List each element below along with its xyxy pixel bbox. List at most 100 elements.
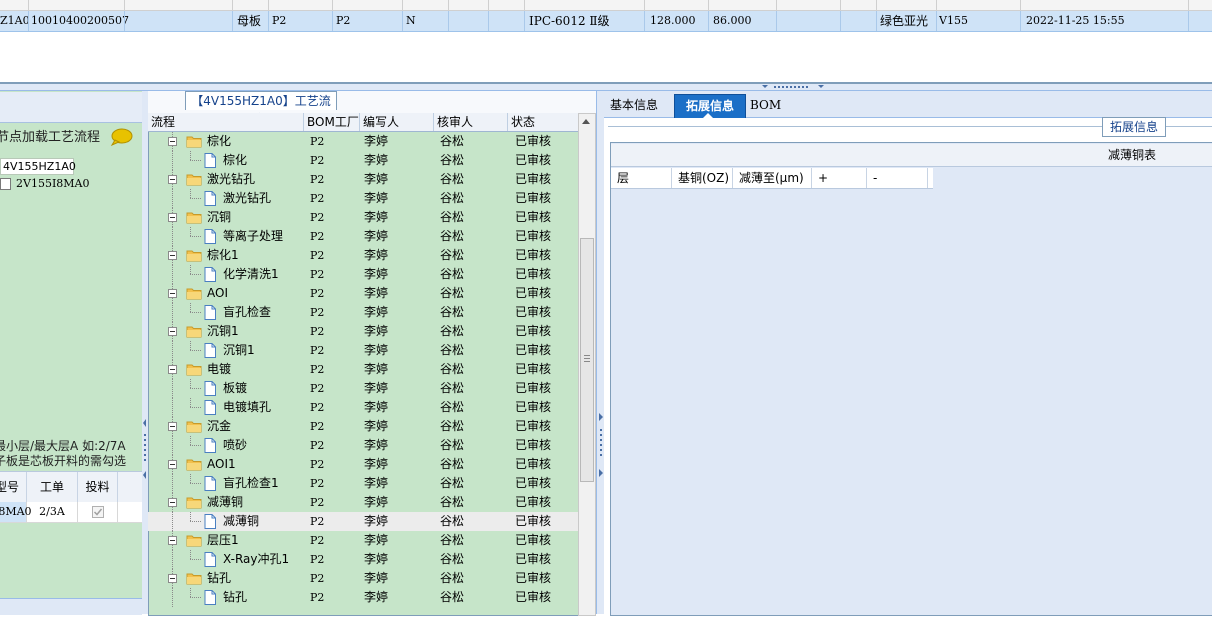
tree-child-node[interactable]: 2V155I8MA0	[16, 177, 90, 191]
tree-row[interactable]: 电镀 P2 李婷 谷松 已审核	[148, 360, 578, 379]
col-model[interactable]: 型号	[0, 472, 27, 502]
tree-line	[190, 483, 202, 484]
tree-row[interactable]: 沉铜 P2 李婷 谷松 已审核	[148, 208, 578, 227]
col-thin-to[interactable]: 减薄至(μm)	[733, 168, 812, 188]
col-status[interactable]: 状态	[508, 113, 577, 131]
expander[interactable]	[168, 246, 177, 265]
scroll-up-icon[interactable]	[580, 116, 592, 128]
collapse-icon[interactable]	[168, 536, 177, 545]
col-workorder[interactable]: 工单	[27, 472, 78, 502]
writer: 李婷	[364, 571, 389, 585]
feed-checkbox[interactable]	[78, 502, 118, 522]
expander[interactable]	[168, 132, 177, 151]
collapse-icon[interactable]	[168, 422, 177, 431]
add-row-button[interactable]: +	[812, 168, 867, 188]
writer: 李婷	[364, 476, 389, 490]
expander[interactable]	[168, 360, 177, 379]
tree-row[interactable]: 电镀填孔 P2 李婷 谷松 已审核	[148, 398, 578, 417]
collapse-icon[interactable]	[168, 365, 177, 374]
tree-row[interactable]: AOI P2 李婷 谷松 已审核	[148, 284, 578, 303]
tab-bom[interactable]: BOM	[750, 94, 781, 116]
scrollbar-thumb[interactable]	[580, 238, 594, 482]
tree-row[interactable]: 减薄铜 P2 李婷 谷松 已审核	[148, 512, 578, 531]
tree-root-node[interactable]: 4V155HZ1A0	[0, 158, 76, 175]
tree-row[interactable]: 盲孔检查1 P2 李婷 谷松 已审核	[148, 474, 578, 493]
collapse-icon[interactable]	[168, 498, 177, 507]
bom-factory: P2	[310, 325, 325, 338]
tree-row[interactable]: 棕化1 P2 李婷 谷松 已审核	[148, 246, 578, 265]
document-icon	[204, 229, 216, 244]
bom-factory: P2	[310, 401, 325, 414]
col-writer[interactable]: 编写人	[360, 113, 434, 131]
folder-icon-wrap	[186, 208, 202, 227]
tree-row[interactable]: 钻孔 P2 李婷 谷松 已审核	[148, 588, 578, 607]
expander[interactable]	[168, 493, 177, 512]
expander[interactable]	[168, 170, 177, 189]
tree-line	[172, 303, 173, 322]
tree-row[interactable]: 激光钻孔 P2 李婷 谷松 已审核	[148, 189, 578, 208]
tree-row[interactable]: 沉金 P2 李婷 谷松 已审核	[148, 417, 578, 436]
col-auditor[interactable]: 核审人	[434, 113, 508, 131]
expander[interactable]	[168, 208, 177, 227]
collapse-icon[interactable]	[168, 137, 177, 146]
tree-row[interactable]: AOI1 P2 李婷 谷松 已审核	[148, 455, 578, 474]
tree-row[interactable]: 减薄铜 P2 李婷 谷松 已审核	[148, 493, 578, 512]
collapse-icon[interactable]	[168, 460, 177, 469]
writer: 李婷	[364, 400, 389, 414]
expander[interactable]	[168, 322, 177, 341]
bom-factory: P2	[310, 154, 325, 167]
grid-caption: 减薄铜表	[611, 144, 1212, 167]
tree-row[interactable]: 盲孔检查 P2 李婷 谷松 已审核	[148, 303, 578, 322]
collapse-icon[interactable]	[168, 175, 177, 184]
tree-row[interactable]: 钻孔 P2 李婷 谷松 已审核	[148, 569, 578, 588]
top-grid-row-selected[interactable]: Z1A0 10010400200507 母板 P2 P2 N IPC-6012 …	[0, 11, 1212, 32]
writer: 李婷	[364, 457, 389, 471]
tree-row[interactable]: 等离子处理 P2 李婷 谷松 已审核	[148, 227, 578, 246]
tab-basic-info[interactable]: 基本信息	[610, 94, 658, 116]
bom-factory: P2	[310, 458, 325, 471]
tree-row[interactable]: 化学清洗1 P2 李婷 谷松 已审核	[148, 265, 578, 284]
bom-factory: P2	[310, 287, 325, 300]
tree-row[interactable]: 沉铜1 P2 李婷 谷松 已审核	[148, 341, 578, 360]
collapse-icon[interactable]	[168, 289, 177, 298]
tree-row[interactable]: X-Ray冲孔1 P2 李婷 谷松 已审核	[148, 550, 578, 569]
tree-row[interactable]: 棕化 P2 李婷 谷松 已审核	[148, 151, 578, 170]
tree-row[interactable]: 板镀 P2 李婷 谷松 已审核	[148, 379, 578, 398]
writer: 李婷	[364, 495, 389, 509]
chat-bubble-icon[interactable]	[109, 128, 133, 146]
col-base-copper[interactable]: 基铜(OZ)	[672, 168, 733, 188]
folder-icon-wrap	[186, 170, 202, 189]
col-bom-factory[interactable]: BOM工厂	[304, 113, 360, 131]
expander[interactable]	[168, 455, 177, 474]
tree-row[interactable]: 棕化 P2 李婷 谷松 已审核	[148, 132, 578, 151]
collapse-icon[interactable]	[168, 327, 177, 336]
tree-row[interactable]: 沉铜1 P2 李婷 谷松 已审核	[148, 322, 578, 341]
col-flow[interactable]: 流程	[148, 113, 304, 131]
collapse-icon[interactable]	[168, 213, 177, 222]
collapse-icon[interactable]	[168, 251, 177, 260]
tree-row[interactable]: 喷砂 P2 李婷 谷松 已审核	[148, 436, 578, 455]
expander[interactable]	[168, 284, 177, 303]
collapse-icon[interactable]	[168, 574, 177, 583]
fieldset-legend[interactable]: 拓展信息	[1102, 117, 1166, 137]
left-table-row[interactable]: I8MA0 2/3A	[0, 502, 142, 523]
tree-row[interactable]: 激光钻孔 P2 李婷 谷松 已审核	[148, 170, 578, 189]
note-line-2: 子板是芯板开料的需勾选	[0, 454, 127, 468]
cell-material-no: 10010400200507	[31, 14, 129, 27]
col-feed[interactable]: 投料	[78, 472, 118, 502]
auditor: 谷松	[440, 134, 465, 148]
tree-row[interactable]: 层压1 P2 李婷 谷松 已审核	[148, 531, 578, 550]
flow-name: 等离子处理	[223, 229, 284, 243]
bom-factory: P2	[310, 553, 325, 566]
tree-line	[190, 407, 202, 408]
expander[interactable]	[168, 569, 177, 588]
horizontal-splitter[interactable]	[0, 84, 1212, 91]
bom-factory: P2	[310, 211, 325, 224]
tree-checkbox[interactable]	[0, 178, 11, 190]
auditor: 谷松	[440, 590, 465, 604]
col-layer[interactable]: 层	[611, 168, 672, 188]
splitter-grip-icon[interactable]	[762, 85, 824, 89]
remove-row-button[interactable]: -	[867, 168, 928, 188]
expander[interactable]	[168, 417, 177, 436]
expander[interactable]	[168, 531, 177, 550]
